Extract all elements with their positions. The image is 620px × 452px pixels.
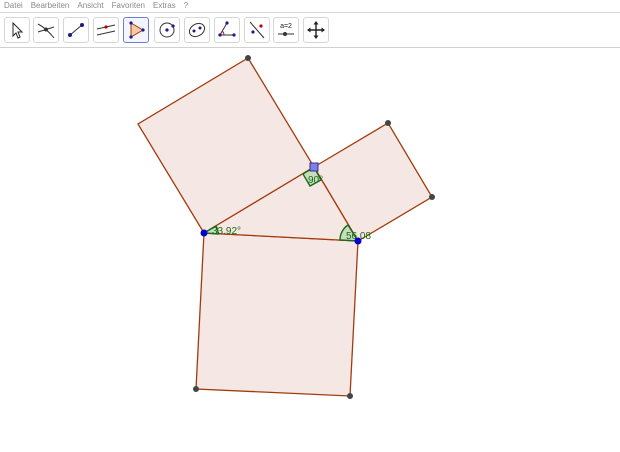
move-view-tool-button[interactable] — [303, 17, 329, 43]
right-angle-label: 90° — [308, 175, 323, 186]
slider-icon: a=2 — [278, 23, 294, 36]
graphics-view[interactable]: 90° 33.92° 56.08 — [0, 48, 620, 452]
angle-tool-button[interactable] — [214, 17, 240, 43]
circle-tool-button[interactable] — [154, 17, 180, 43]
intersect-point-icon — [37, 23, 55, 39]
outer-point[interactable] — [429, 194, 435, 200]
vertex-point-a[interactable] — [200, 229, 208, 237]
outer-point[interactable] — [193, 386, 199, 392]
vertex-point-c-selected[interactable] — [309, 162, 319, 172]
outer-point[interactable] — [245, 55, 251, 61]
angle-icon — [218, 21, 236, 37]
menu-datei[interactable]: Datei — [4, 0, 23, 12]
vertex-point-b[interactable] — [354, 237, 362, 245]
move-view-icon — [307, 21, 325, 39]
parallel-line-icon — [96, 24, 116, 36]
slider-icon-label: a=2 — [280, 23, 292, 30]
menu-favoriten[interactable]: Favoriten — [112, 0, 145, 12]
circle-center-icon — [159, 22, 175, 38]
point-tool-button[interactable] — [33, 17, 59, 43]
conic-tool-button[interactable] — [184, 17, 210, 43]
construction-drawing[interactable]: 90° 33.92° 56.08 — [0, 48, 620, 452]
toolbar: a=2 — [0, 12, 620, 48]
menu-bearbeiten[interactable]: Bearbeiten — [31, 0, 70, 12]
left-angle-label: 33.92° — [212, 226, 241, 237]
menu-ansicht[interactable]: Ansicht — [77, 0, 103, 12]
slider-tool-button[interactable]: a=2 — [273, 17, 299, 43]
polygon-icon — [129, 21, 145, 39]
reflect-line-icon — [249, 21, 265, 39]
outer-point[interactable] — [385, 120, 391, 126]
menu-help[interactable]: ? — [184, 0, 188, 12]
move-tool-button[interactable] — [4, 17, 30, 43]
menu-extras[interactable]: Extras — [153, 0, 176, 12]
arrow-pointer-icon — [12, 21, 24, 39]
ellipse-icon — [188, 22, 206, 38]
menu-bar: Datei Bearbeiten Ansicht Favoriten Extra… — [0, 0, 620, 12]
segment-icon — [68, 23, 84, 37]
polygon-tool-button[interactable] — [123, 17, 149, 43]
parallel-line-tool-button[interactable] — [93, 17, 119, 43]
square-on-hypotenuse[interactable] — [195, 232, 359, 397]
reflect-tool-button[interactable] — [244, 17, 270, 43]
line-tool-button[interactable] — [63, 17, 89, 43]
outer-point[interactable] — [347, 393, 353, 399]
